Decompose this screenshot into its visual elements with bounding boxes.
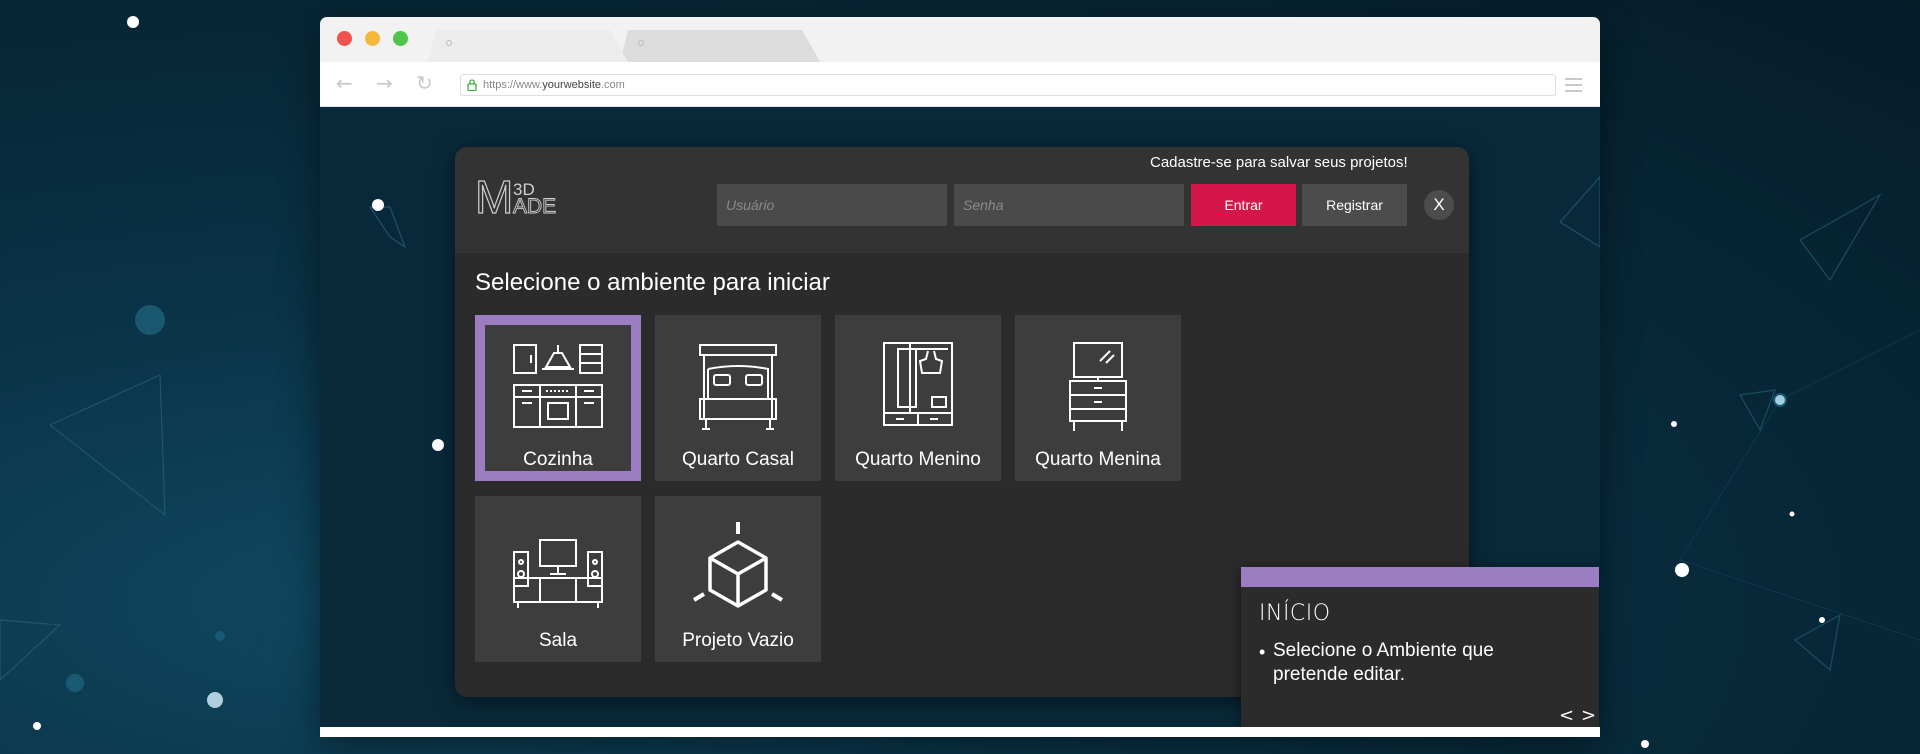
room-label: Cozinha [523,449,593,470]
url-prefix: https://www. [483,79,543,91]
browser-toolbar: ← → ↻ https://www.yourwebsite.com [320,62,1600,107]
wardrobe-icon [883,342,953,426]
room-label: Quarto Menino [855,449,981,470]
browser-window: ← → ↻ https://www.yourwebsite.com M 3D A… [320,17,1600,737]
room-card-quarto-menina[interactable]: Quarto Menina [1015,315,1181,481]
close-window-button[interactable] [337,31,352,46]
room-card-sala[interactable]: Sala [475,496,641,662]
tv-stand-icon [513,539,603,608]
close-modal-button[interactable]: X [1424,190,1454,220]
browser-tab-1[interactable] [428,30,628,62]
room-label: Sala [538,630,578,651]
login-button[interactable]: Entrar [1191,184,1296,226]
room-card-quarto-menino[interactable]: Quarto Menino [835,315,1001,481]
tooltip-accent-bar [1241,567,1599,587]
onboarding-tooltip: INÍCIO • Selecione o Ambiente que preten… [1241,567,1599,732]
signup-note: Cadastre-se para salvar seus projetos! [1150,154,1408,171]
password-field[interactable] [954,184,1184,226]
browser-tab-2[interactable] [620,30,820,62]
room-card-cozinha[interactable]: Cozinha [475,315,641,481]
page-content: M 3D ADE Cadastre-se para salvar seus pr… [320,107,1600,737]
empty-cube-icon [692,522,784,608]
page-title: Selecione o ambiente para iniciar [475,269,830,296]
maximize-window-button[interactable] [393,31,408,46]
forward-arrow-icon[interactable]: → [376,72,393,94]
tooltip-prev-button[interactable]: < [1559,705,1574,726]
tooltip-bullet: • [1259,642,1266,662]
kitchen-icon [513,344,603,428]
url-domain: yourwebsite [542,79,601,91]
svg-text:M: M [475,175,513,219]
made3d-logo: M 3D ADE [475,175,557,219]
room-card-projeto-vazio[interactable]: Projeto Vazio [655,496,821,662]
register-button[interactable]: Registrar [1302,184,1407,226]
url-suffix: .com [601,79,625,91]
lock-icon [467,79,477,91]
svg-text:ADE: ADE [513,195,556,218]
room-card-quarto-casal[interactable]: Quarto Casal [655,315,821,481]
address-bar[interactable]: https://www.yourwebsite.com [460,74,1556,96]
room-label: Quarto Casal [682,449,794,470]
tooltip-text: Selecione o Ambiente que pretende editar… [1273,640,1494,685]
reload-icon[interactable]: ↻ [416,72,433,94]
dresser-mirror-icon [1069,342,1127,431]
tab-favicon [638,40,644,46]
room-label: Quarto Menina [1035,449,1161,470]
modal-header: M 3D ADE Cadastre-se para salvar seus pr… [455,147,1469,253]
double-bed-icon [699,344,777,430]
back-arrow-icon[interactable]: ← [336,72,353,94]
username-field[interactable] [717,184,947,226]
tab-favicon [446,40,452,46]
browser-titlebar [320,17,1600,62]
tooltip-title: INÍCIO [1259,601,1331,626]
browser-bottom-edge [320,727,1600,737]
minimize-window-button[interactable] [365,31,380,46]
room-label: Projeto Vazio [682,630,794,651]
hamburger-menu-icon[interactable] [1565,78,1582,92]
tooltip-next-button[interactable]: > [1581,705,1596,726]
